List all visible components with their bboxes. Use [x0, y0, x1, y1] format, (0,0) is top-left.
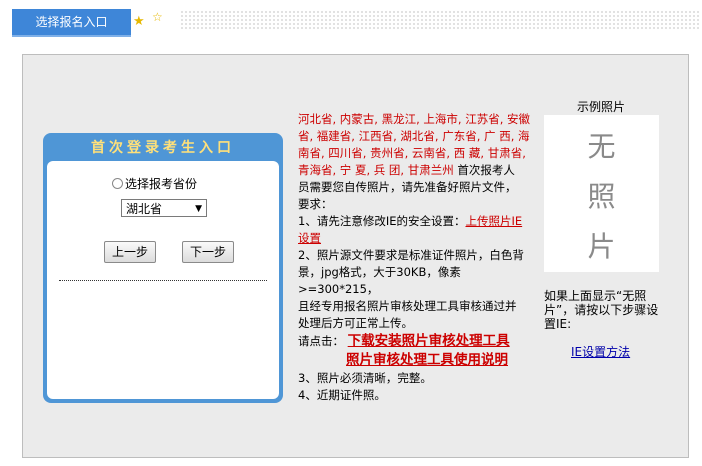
prev-button[interactable]: 上一步 [104, 241, 156, 263]
province-radio-row[interactable]: 选择报考省份 [112, 175, 197, 192]
first-login-panel: 首次登录考生入口 选择报考省份 湖北省 ▼ 上一步 下一步 [43, 133, 283, 403]
no-photo-note: 如果上面显示“无照片”，请按以下步骤设置IE: [544, 289, 659, 331]
panel-body: 选择报考省份 湖北省 ▼ 上一步 下一步 [47, 161, 279, 399]
item-1-text: 1、请先注意修改IE的安全设置： [298, 214, 466, 228]
download-row: 请点击： 下载安装照片审核处理工具 [298, 332, 538, 351]
no-photo-char: 无 [587, 130, 616, 163]
item-1: 1、请先注意修改IE的安全设置：上传照片IE [298, 213, 538, 230]
ie-upload-settings-link-cont[interactable]: 设置 [298, 231, 321, 245]
item-3: 3、照片必须清晰，完整。 [298, 371, 432, 385]
tool-manual-link[interactable]: 照片审核处理工具使用说明 [346, 352, 508, 368]
tab-select-entrance[interactable]: 选择报名入口 [12, 9, 131, 37]
top-bar-pattern [180, 10, 700, 30]
first-time-text: 首次报考人 [453, 163, 515, 177]
download-tool-link[interactable]: 下载安装照片审核处理工具 [348, 333, 510, 349]
ie-settings-link[interactable]: IE设置方法 [571, 343, 630, 360]
province-select[interactable]: 湖北省 ▼ [121, 199, 207, 217]
top-bar: 选择报名入口 ★ ☆ [0, 0, 702, 40]
item-2-line: 且经专用报名照片审核处理工具审核通过并 [298, 299, 517, 313]
manual-row: 照片审核处理工具使用说明 [298, 351, 538, 370]
instruction-line: 员需要您自传照片，请先准备好照片文件， [298, 180, 517, 194]
star-icon: ★ [133, 14, 145, 29]
star-outline-icon: ☆ [152, 10, 163, 24]
item-2-line: 处理后方可正常上传。 [298, 316, 413, 330]
province-list-tail: 青海省, 宁 夏, 兵 团, 甘肃兰州 [298, 163, 454, 177]
dotted-divider [59, 280, 267, 281]
province-list-line: 南省, 四川省, 贵州省, 云南省, 西 藏, 甘肃省, [298, 146, 526, 160]
instruction-line: 要求： [298, 197, 333, 211]
item-4: 4、近期证件照。 [298, 388, 386, 402]
no-photo-char: 照 [587, 180, 616, 213]
sample-photo-label: 示例照片 [577, 100, 626, 114]
click-label: 请点击： [298, 334, 344, 348]
province-list-line: 河北省, 内蒙古, 黑龙江, 上海市, 江苏省, 安徽 [298, 112, 531, 126]
province-list-line: 省, 福建省, 江西省, 湖北省, 广东省, 广 西, 海 [298, 129, 530, 143]
instructions: 河北省, 内蒙古, 黑龙江, 上海市, 江苏省, 安徽 省, 福建省, 江西省,… [298, 111, 538, 404]
province-select-value: 湖北省 [126, 202, 163, 216]
item-2-line: 2、照片源文件要求是标准证件照片，白色背 [298, 248, 524, 262]
no-photo-char: 片 [587, 230, 616, 263]
ie-upload-settings-link[interactable]: 上传照片IE [465, 214, 522, 228]
next-button[interactable]: 下一步 [182, 241, 234, 263]
panel-title: 首次登录考生入口 [91, 140, 235, 156]
item-2-line: 景，jpg格式，大于30KB，像素>=300*215， [298, 265, 461, 296]
province-radio-label: 选择报考省份 [125, 177, 198, 191]
chevron-down-icon: ▼ [195, 204, 202, 214]
province-list-line-4: 青海省, 宁 夏, 兵 团, 甘肃兰州 首次报考人 [298, 162, 538, 179]
province-radio[interactable] [112, 178, 123, 189]
sample-photo: 无 照 片 [544, 115, 659, 272]
